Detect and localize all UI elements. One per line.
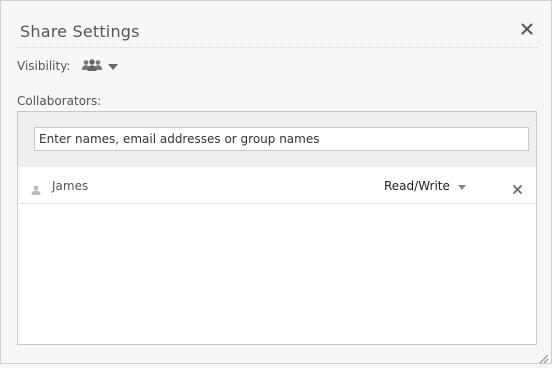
visibility-label: Visibility: (17, 59, 71, 73)
dialog-header: Share Settings (17, 13, 537, 48)
collaborators-label: Collaborators: (17, 94, 102, 108)
visibility-row: Visibility: (17, 58, 119, 74)
collaborator-row: James Read/Write (18, 167, 536, 204)
close-icon[interactable] (519, 21, 535, 37)
group-icon (82, 58, 103, 74)
collaborator-name: James (52, 179, 89, 193)
collaborators-panel: James Read/Write (17, 111, 537, 345)
collaborator-search-input[interactable] (34, 127, 529, 151)
permission-value: Read/Write (384, 179, 450, 193)
caret-down-icon (108, 59, 119, 73)
resize-handle-icon[interactable] (537, 349, 549, 364)
collaborator-search-area (18, 112, 536, 167)
visibility-dropdown[interactable] (82, 58, 119, 74)
dialog-title: Share Settings (20, 22, 140, 41)
person-icon (31, 180, 41, 199)
caret-down-icon (457, 179, 466, 193)
remove-collaborator-icon[interactable] (512, 180, 523, 194)
permission-dropdown[interactable]: Read/Write (384, 179, 466, 193)
share-settings-dialog: Share Settings Visibility: Collaborators… (0, 0, 552, 364)
